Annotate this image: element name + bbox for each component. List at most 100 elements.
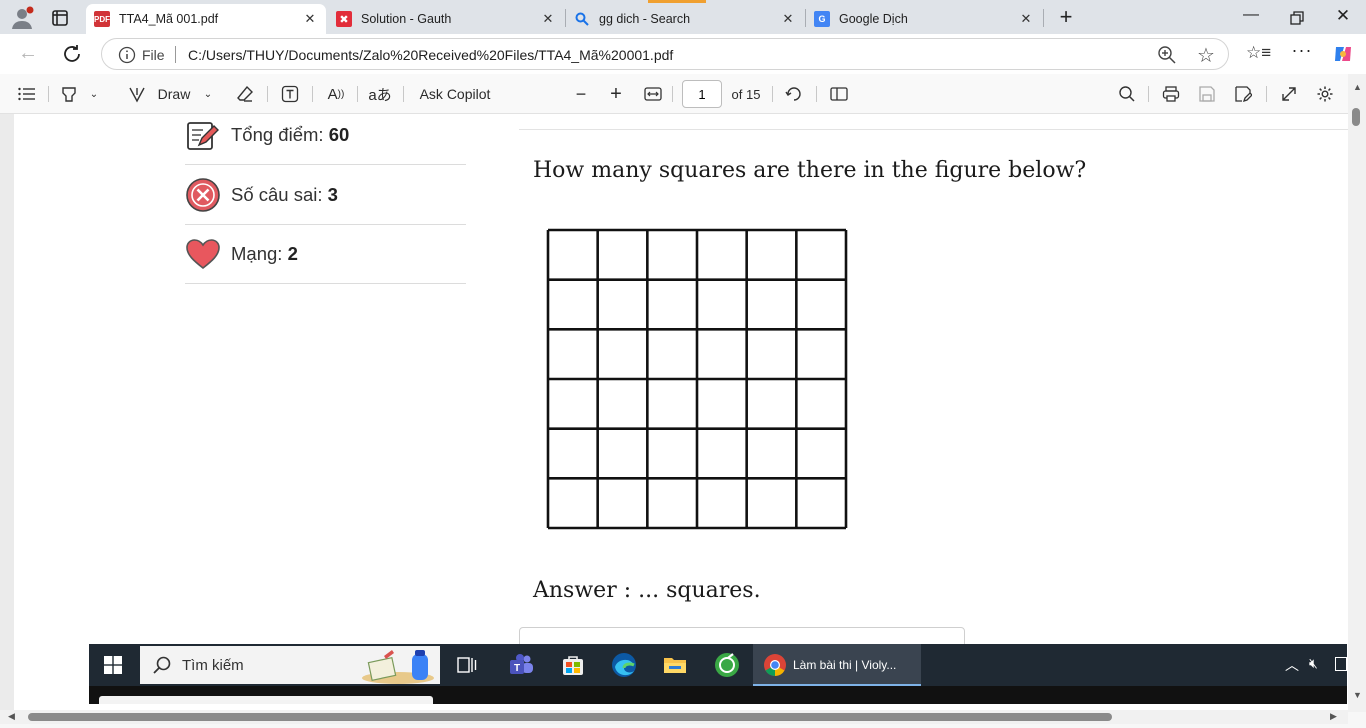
answer-text: Answer : ... squares. <box>533 578 761 603</box>
info-icon[interactable] <box>118 46 136 64</box>
url-text: C:/Users/THUY/Documents/Zalo%20Received%… <box>188 47 674 63</box>
save-as-icon[interactable] <box>1232 74 1254 114</box>
file-explorer-icon[interactable] <box>651 644 699 686</box>
profile-avatar[interactable] <box>10 6 34 30</box>
score-label: Tổng điểm: <box>231 124 324 145</box>
more-menu-icon[interactable]: ··· <box>1290 40 1314 64</box>
battery-icon <box>1335 657 1347 671</box>
horizontal-scrollbar[interactable]: ◀ ▶ <box>0 710 1348 724</box>
horizontal-scroll-thumb[interactable] <box>28 713 1112 721</box>
loading-indicator <box>648 0 706 3</box>
minimize-icon[interactable]: — <box>1240 6 1262 28</box>
scheme-label: File <box>142 47 165 63</box>
draw-pen-icon[interactable] <box>126 74 148 114</box>
back-arrow-icon[interactable]: ← <box>16 42 40 66</box>
favorite-star-icon[interactable]: ☆ <box>1195 43 1217 67</box>
settings-gear-icon[interactable] <box>1314 74 1336 114</box>
zoom-out-icon[interactable]: − <box>570 74 592 114</box>
wrong-count-row: Số câu sai: 3 <box>185 166 466 225</box>
window-close-icon[interactable]: ✕ <box>1332 6 1354 28</box>
edge-icon[interactable] <box>600 644 648 686</box>
store-icon[interactable] <box>549 644 597 686</box>
highlight-icon[interactable] <box>58 74 80 114</box>
lives-label: Mạng: <box>231 243 283 264</box>
read-aloud-icon[interactable]: A)) <box>324 74 348 114</box>
eraser-icon[interactable] <box>234 74 256 114</box>
task-view-icon[interactable] <box>443 644 491 686</box>
windows-start-icon[interactable] <box>89 644 137 686</box>
taskbar-active-app[interactable]: Làm bài thi | Violy... <box>753 644 921 686</box>
new-tab-icon[interactable]: + <box>1055 6 1077 28</box>
draw-button[interactable]: Draw <box>152 74 196 114</box>
question-text: How many squares are there in the figure… <box>533 158 1087 183</box>
score-pencil-icon <box>185 117 221 153</box>
taskbar-lower-strip <box>89 686 1347 704</box>
ask-copilot-button[interactable]: Ask Copilot <box>414 74 496 114</box>
toolbar-divider <box>403 86 404 102</box>
rotate-icon[interactable] <box>783 74 805 114</box>
gauth-icon: ✖ <box>336 11 352 27</box>
save-icon[interactable] <box>1196 74 1218 114</box>
pdf-viewport[interactable]: Tổng điểm: 60 Số câu sai: 3 Mạng: 2 How … <box>0 114 1348 712</box>
tab-google-translate[interactable]: G Google Dịch ✕ <box>806 4 1042 34</box>
text-box-icon[interactable] <box>279 74 301 114</box>
tab-label: gg dich - Search <box>599 12 691 26</box>
pdf-page: Tổng điểm: 60 Số câu sai: 3 Mạng: 2 How … <box>14 114 1348 712</box>
score-value: 60 <box>328 124 350 145</box>
pdf-icon: PDF <box>94 11 110 27</box>
favorites-icon[interactable]: ☆≡ <box>1246 43 1271 65</box>
chevron-up-icon[interactable]: ︿ <box>1285 655 1301 673</box>
zoom-icon[interactable] <box>1157 45 1177 65</box>
tab-pdf[interactable]: PDF TTA4_Mã 001.pdf ✕ <box>86 4 326 34</box>
toolbar-divider <box>267 86 268 102</box>
tab-label: TTA4_Mã 001.pdf <box>119 12 219 26</box>
page-total-label: of 15 <box>731 86 761 102</box>
tab-search[interactable]: gg dich - Search ✕ <box>566 4 804 34</box>
speaker-muted-icon[interactable]: 🔇︎ <box>1309 655 1329 673</box>
copilot-icon[interactable] <box>1332 43 1354 65</box>
tab-label: Solution - Gauth <box>361 12 452 26</box>
fit-width-icon[interactable] <box>642 74 664 114</box>
chevron-down-icon[interactable]: ⌄ <box>200 74 216 114</box>
close-icon[interactable]: ✕ <box>1016 11 1036 27</box>
url-field[interactable]: File C:/Users/THUY/Documents/Zalo%20Rece… <box>101 38 1229 70</box>
search-placeholder: Tìm kiếm <box>182 656 244 674</box>
chevron-down-icon[interactable]: ⌄ <box>86 74 102 114</box>
toolbar-divider <box>1266 86 1267 102</box>
fullscreen-icon[interactable] <box>1278 74 1300 114</box>
scroll-down-icon[interactable]: ▼ <box>1353 690 1362 700</box>
refresh-icon[interactable] <box>60 42 84 66</box>
page-view-icon[interactable] <box>828 74 850 114</box>
restore-icon[interactable] <box>1286 8 1306 28</box>
contents-list-icon[interactable] <box>16 74 38 114</box>
close-icon[interactable]: ✕ <box>538 11 558 27</box>
lower-strip-window <box>99 696 433 704</box>
search-icon <box>574 11 590 27</box>
close-icon[interactable]: ✕ <box>778 11 798 27</box>
wrong-x-icon <box>185 177 221 213</box>
search-icon <box>152 655 172 675</box>
scroll-right-icon[interactable]: ▶ <box>1330 711 1337 722</box>
toolbar-divider <box>1148 86 1149 102</box>
toolbar-divider <box>48 86 49 102</box>
chrome-icon <box>763 653 787 677</box>
vertical-scroll-thumb[interactable] <box>1352 108 1360 126</box>
tab-gauth[interactable]: ✖ Solution - Gauth ✕ <box>328 4 564 34</box>
svg-text:T: T <box>514 663 520 674</box>
find-icon[interactable] <box>1116 74 1138 114</box>
app-green-icon[interactable] <box>703 644 751 686</box>
page-number-input[interactable]: 1 <box>682 80 722 108</box>
translate-icon[interactable]: aあ <box>368 74 392 114</box>
scroll-up-icon[interactable]: ▲ <box>1353 82 1362 92</box>
tab-actions-icon[interactable] <box>50 8 70 28</box>
vertical-scrollbar[interactable]: ▲ ▼ <box>1348 74 1366 712</box>
print-icon[interactable] <box>1160 74 1182 114</box>
lives-value: 2 <box>287 243 298 264</box>
tab-label: Google Dịch <box>839 12 908 26</box>
teams-icon[interactable]: T <box>497 644 545 686</box>
scroll-left-icon[interactable]: ◀ <box>8 711 15 722</box>
zoom-in-icon[interactable]: + <box>605 74 627 114</box>
square-grid-figure <box>546 228 848 530</box>
taskbar-search-box[interactable]: Tìm kiếm <box>140 646 440 684</box>
close-icon[interactable]: ✕ <box>300 11 320 27</box>
